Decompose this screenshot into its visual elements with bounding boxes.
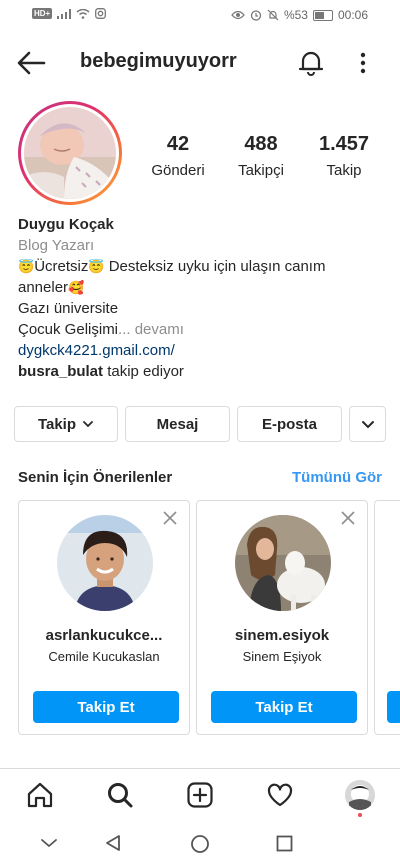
activity-heart-icon[interactable] bbox=[266, 781, 294, 809]
alarm-icon bbox=[250, 10, 262, 21]
email-button[interactable]: E-posta bbox=[237, 406, 342, 442]
message-button-label: Mesaj bbox=[156, 415, 199, 433]
profile-username: bebegimuyuyorr bbox=[80, 50, 237, 72]
status-bar: HD+ %53 00:06 bbox=[0, 0, 400, 30]
posts-stat[interactable]: 42 Gönderi bbox=[133, 133, 223, 179]
followed-by-username: busra_bulat bbox=[18, 363, 104, 380]
bio-line-2: anneler🥰 bbox=[18, 279, 85, 296]
instagram-notification-icon bbox=[95, 8, 107, 19]
home-circle-icon[interactable] bbox=[190, 834, 210, 854]
following-count: 1.457 bbox=[318, 133, 370, 155]
following-stat[interactable]: 1.457 Takip bbox=[299, 133, 389, 179]
suggestion-card-partial[interactable] bbox=[374, 500, 400, 735]
clock: 00:06 bbox=[337, 8, 368, 22]
bio-line-3: Gazı üniversite bbox=[18, 300, 119, 317]
suggestions-toggle-button[interactable] bbox=[349, 406, 386, 442]
profile-category: Blog Yazarı bbox=[18, 237, 95, 254]
chevron-down-icon bbox=[83, 421, 93, 428]
profile-header: bebegimuyuyorr bbox=[0, 38, 400, 88]
smiling-halo-emoji: 😇 bbox=[18, 259, 35, 274]
bio-website-link[interactable]: dygkck4221.gmail.com/ bbox=[18, 340, 388, 361]
profile-avatar-story-ring[interactable] bbox=[18, 101, 122, 205]
wifi-icon bbox=[76, 8, 90, 19]
mute-bell-icon bbox=[267, 9, 279, 21]
close-icon[interactable] bbox=[163, 511, 177, 525]
notification-dot bbox=[358, 813, 362, 817]
more-options-icon[interactable] bbox=[356, 50, 370, 76]
follow-suggestion-button[interactable]: Takip Et bbox=[211, 691, 357, 723]
back-arrow-icon[interactable] bbox=[16, 50, 46, 76]
posts-count: 42 bbox=[166, 133, 190, 155]
profile-avatar bbox=[24, 107, 116, 199]
suggestion-avatar bbox=[57, 515, 153, 611]
hd-badge: HD+ bbox=[32, 8, 53, 19]
message-button[interactable]: Mesaj bbox=[125, 406, 230, 442]
follow-suggestion-button[interactable]: Takip Et bbox=[33, 691, 179, 723]
follow-button-label: Takip bbox=[37, 415, 77, 433]
suggestion-card[interactable]: asrlankucukce... Cemile Kucukaslan Takip… bbox=[18, 500, 190, 735]
battery-icon bbox=[312, 9, 333, 21]
smiling-halo-emoji: 😇 bbox=[88, 259, 105, 274]
profile-tab-avatar[interactable] bbox=[345, 780, 375, 810]
back-triangle-icon[interactable] bbox=[104, 834, 122, 852]
posts-label: Gönderi bbox=[151, 162, 205, 179]
following-label: Takip bbox=[326, 162, 362, 179]
chevron-down-icon bbox=[361, 420, 374, 428]
bio-line-4: Çocuk Gelişimi... devamı bbox=[18, 321, 184, 338]
recents-square-icon[interactable] bbox=[276, 835, 293, 852]
battery-percent: %53 bbox=[283, 8, 308, 22]
hide-keyboard-chevron-icon[interactable] bbox=[40, 837, 58, 849]
suggestion-avatar bbox=[235, 515, 331, 611]
suggestion-card[interactable]: sinem.esiyok Sinem Eşiyok Takip Et bbox=[196, 500, 368, 735]
profile-bio: Duygu Koçak Blog Yazarı 😇Ücretsiz😇 Deste… bbox=[18, 214, 388, 382]
suggestion-username: asrlankucukce... bbox=[45, 627, 163, 644]
follow-suggestion-button[interactable] bbox=[387, 691, 400, 723]
close-icon[interactable] bbox=[341, 511, 355, 525]
search-icon[interactable] bbox=[106, 781, 134, 809]
followed-by[interactable]: busra_bulat takip ediyor bbox=[18, 361, 388, 382]
profile-full-name: Duygu Koçak bbox=[18, 216, 114, 233]
system-navigation-bar bbox=[0, 822, 400, 866]
suggestion-full-name: Cemile Kucukaslan bbox=[48, 649, 160, 664]
home-icon[interactable] bbox=[26, 781, 54, 809]
suggestion-full-name: Sinem Eşiyok bbox=[242, 649, 322, 664]
bio-line-1: 😇Ücretsiz😇 Desteksiz uyku için ulaşın ca… bbox=[18, 258, 326, 275]
signal-icon bbox=[57, 8, 72, 19]
followers-label: Takipçi bbox=[238, 162, 284, 179]
bio-more-link[interactable]: ... devamı bbox=[118, 321, 184, 338]
followers-stat[interactable]: 488 Takipçi bbox=[216, 133, 306, 179]
eye-icon bbox=[231, 10, 245, 20]
see-all-link[interactable]: Tümünü Gör bbox=[292, 469, 382, 486]
follow-dropdown-button[interactable]: Takip bbox=[14, 406, 118, 442]
notification-bell-icon[interactable] bbox=[297, 48, 325, 76]
bottom-navigation bbox=[0, 768, 400, 823]
new-post-icon[interactable] bbox=[186, 781, 214, 809]
suggestion-username: sinem.esiyok bbox=[234, 627, 330, 644]
followers-count: 488 bbox=[244, 133, 278, 155]
suggestions-title: Senin İçin Önerilenler bbox=[18, 469, 173, 486]
smiling-hearts-emoji: 🥰 bbox=[68, 280, 85, 295]
email-button-label: E-posta bbox=[261, 415, 317, 433]
